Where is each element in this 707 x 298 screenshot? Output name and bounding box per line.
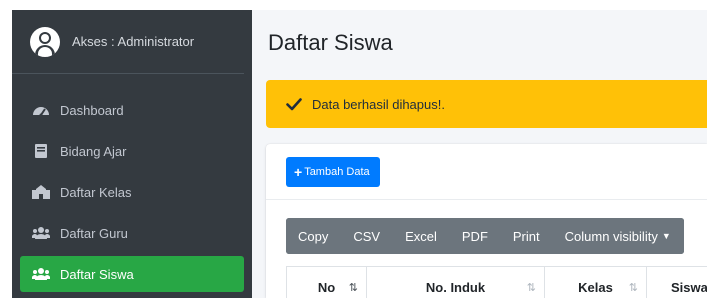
user-role-label: Akses : Administrator — [72, 34, 195, 49]
pdf-button[interactable]: PDF — [449, 218, 501, 254]
card-header: + Tambah Data — [266, 144, 707, 200]
table-header-row: No ⇅ No. Induk ⇅ Kelas ⇅ Siswa — [286, 266, 707, 298]
copy-button[interactable]: Copy — [286, 218, 342, 254]
column-header-no[interactable]: No ⇅ — [286, 267, 366, 298]
sidebar-item-label: Bidang Ajar — [60, 143, 127, 159]
sort-icon: ⇅ — [526, 281, 536, 294]
student-card: + Tambah Data Copy CSV Excel PDF Print C… — [266, 144, 707, 298]
main-content: Daftar Siswa Data berhasil dihapus!. + T… — [252, 10, 707, 298]
page-title: Daftar Siswa — [268, 30, 393, 55]
excel-button[interactable]: Excel — [393, 218, 450, 254]
csv-button[interactable]: CSV — [341, 218, 394, 254]
column-visibility-button[interactable]: Column visibility ▼ — [552, 218, 684, 254]
sidebar-item-label: Daftar Guru — [60, 225, 128, 241]
column-header-kelas[interactable]: Kelas ⇅ — [544, 267, 646, 298]
sidebar: Akses : Administrator Dashboard Bidang A… — [12, 10, 252, 298]
users-icon — [32, 226, 50, 240]
book-icon — [32, 144, 50, 158]
check-icon — [286, 98, 302, 111]
sidebar-item-dashboard[interactable]: Dashboard — [20, 92, 244, 128]
sidebar-item-daftar-kelas[interactable]: Daftar Kelas — [20, 174, 244, 210]
users-icon — [32, 267, 50, 281]
sort-icon: ⇅ — [348, 281, 358, 294]
add-data-label: Tambah Data — [304, 166, 370, 178]
sidebar-item-label: Dashboard — [60, 102, 124, 118]
top-strip — [0, 0, 707, 10]
export-button-group: Copy CSV Excel PDF Print Column visibili… — [286, 218, 684, 254]
sidebar-item-daftar-siswa[interactable]: Daftar Siswa — [20, 256, 244, 292]
sidebar-item-daftar-guru[interactable]: Daftar Guru — [20, 215, 244, 251]
dashboard-icon — [32, 103, 50, 117]
sidebar-item-label: Daftar Siswa — [60, 266, 134, 282]
user-avatar-icon — [30, 26, 60, 57]
caret-down-icon: ▼ — [661, 231, 671, 241]
success-alert: Data berhasil dihapus!. — [266, 80, 707, 128]
alert-message: Data berhasil dihapus!. — [312, 96, 445, 112]
column-header-siswa[interactable]: Siswa — [646, 267, 707, 298]
add-data-button[interactable]: + Tambah Data — [286, 157, 380, 187]
building-icon — [32, 185, 50, 199]
sidebar-nav: Dashboard Bidang Ajar Daftar Kelas Dafta… — [12, 74, 252, 292]
sort-icon: ⇅ — [628, 281, 638, 294]
plus-icon: + — [294, 164, 303, 180]
print-button[interactable]: Print — [500, 218, 553, 254]
user-panel[interactable]: Akses : Administrator — [12, 10, 244, 74]
sidebar-item-label: Daftar Kelas — [60, 184, 132, 200]
sidebar-item-bidang-ajar[interactable]: Bidang Ajar — [20, 133, 244, 169]
column-header-no-induk[interactable]: No. Induk ⇅ — [366, 267, 544, 298]
